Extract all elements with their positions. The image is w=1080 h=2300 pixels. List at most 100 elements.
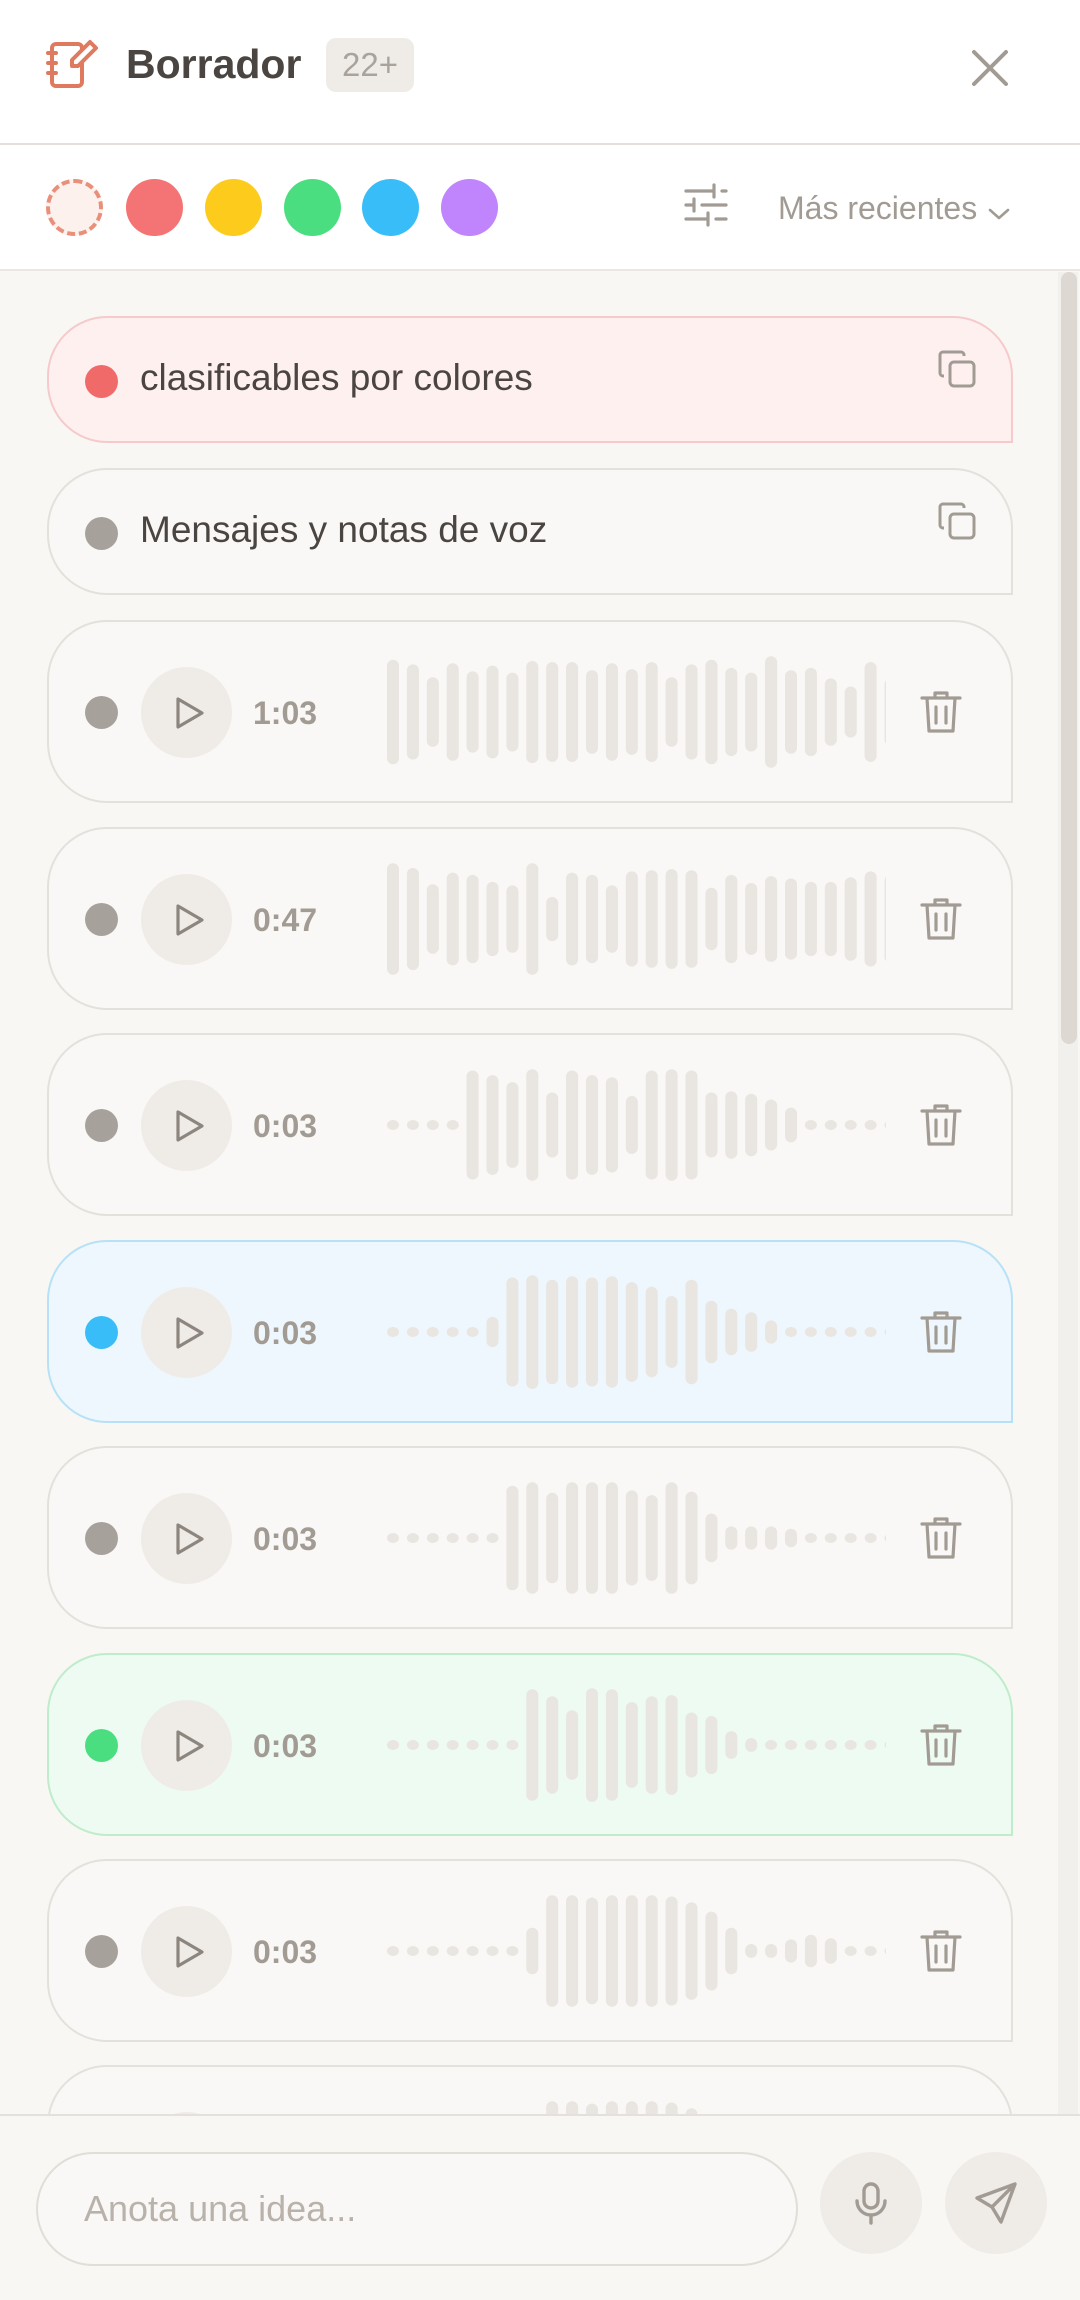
waveform[interactable] (386, 2087, 886, 2114)
waveform-bar (665, 677, 678, 747)
note-color-dot[interactable] (85, 903, 118, 936)
waveform[interactable] (386, 1262, 886, 1402)
waveform-bar (426, 1120, 439, 1130)
play-button[interactable] (141, 1700, 232, 1791)
waveform-bar (705, 1911, 718, 1991)
waveform-bar (804, 1327, 817, 1337)
waveform-bar (765, 656, 778, 768)
waveform-bar (466, 1740, 479, 1750)
trash-icon[interactable] (918, 1514, 964, 1562)
waveform-bar (566, 1482, 579, 1594)
waveform-bar (685, 1902, 698, 2000)
voice-note[interactable]: 0:03 (47, 1240, 1013, 1423)
waveform[interactable] (386, 1675, 886, 1815)
waveform[interactable] (386, 849, 886, 989)
waveform-bar (844, 1740, 857, 1750)
voice-note[interactable]: 1:03 (47, 620, 1013, 803)
waveform-bar (466, 1946, 479, 1956)
note-color-dot[interactable] (85, 365, 118, 398)
page-title: Borrador (126, 41, 302, 87)
play-button[interactable] (141, 1906, 232, 1997)
waveform-bar (605, 1895, 618, 2007)
color-filter-green[interactable] (284, 179, 341, 236)
waveform-bar (605, 1276, 618, 1388)
play-button[interactable] (141, 874, 232, 965)
text-note[interactable]: Mensajes y notas de voz (47, 468, 1013, 595)
copy-icon[interactable] (936, 348, 978, 390)
waveform-bar (645, 1895, 658, 2007)
waveform-bar (725, 874, 738, 964)
note-color-dot[interactable] (85, 1316, 118, 1349)
color-filter-all[interactable] (46, 179, 103, 236)
waveform-bar (645, 1070, 658, 1180)
note-color-dot[interactable] (85, 517, 118, 550)
note-color-dot[interactable] (85, 696, 118, 729)
voice-note[interactable]: 0:03 (47, 1859, 1013, 2042)
trash-icon[interactable] (918, 895, 964, 943)
waveform[interactable] (386, 642, 886, 782)
sort-dropdown[interactable]: Más recientes (778, 185, 1011, 231)
color-filter-yellow[interactable] (205, 179, 262, 236)
play-button[interactable] (141, 667, 232, 758)
color-filter-blue[interactable] (362, 179, 419, 236)
waveform-bar (546, 1696, 559, 1794)
waveform-bar (864, 662, 877, 762)
note-text: clasificables por colores (140, 357, 533, 398)
voice-note[interactable]: 0:03 (47, 1446, 1013, 1629)
waveform-bar (725, 1526, 738, 1550)
play-button[interactable] (141, 1287, 232, 1378)
waveform-bar (725, 1091, 738, 1159)
voice-note[interactable]: 0:03 (47, 1653, 1013, 1836)
waveform-bar (685, 1279, 698, 1385)
waveform-bar (884, 1741, 886, 1749)
play-icon (176, 1730, 204, 1762)
waveform-bar (586, 1688, 598, 1802)
voice-note[interactable]: 0:03 (47, 2065, 1013, 2114)
send-button[interactable] (945, 2152, 1047, 2254)
waveform-bar (765, 1099, 778, 1151)
close-icon[interactable] (962, 40, 1018, 96)
waveform-bar (486, 1533, 499, 1543)
record-voice-button[interactable] (820, 2152, 922, 2254)
color-filter-purple[interactable] (441, 179, 498, 236)
sliders-icon[interactable] (682, 181, 730, 229)
waveform-bar (645, 2101, 658, 2114)
play-button[interactable] (141, 1493, 232, 1584)
waveform-bar (864, 1120, 877, 1130)
waveform-bar (884, 876, 886, 962)
waveform-bar (546, 1092, 559, 1158)
waveform-bar (486, 1740, 499, 1750)
note-color-dot[interactable] (85, 1935, 118, 1968)
voice-note[interactable]: 0:47 (47, 827, 1013, 1010)
play-icon (176, 1317, 204, 1349)
trash-icon[interactable] (918, 1927, 964, 1975)
trash-icon[interactable] (918, 688, 964, 736)
waveform-bar (486, 665, 499, 759)
voice-note[interactable]: 0:03 (47, 1033, 1013, 1216)
copy-icon[interactable] (936, 500, 978, 542)
play-button[interactable] (141, 1080, 232, 1171)
trash-icon[interactable] (918, 1721, 964, 1769)
trash-icon[interactable] (918, 1308, 964, 1356)
waveform-bar (526, 1482, 539, 1594)
waveform-bar (824, 678, 837, 746)
scrollbar-thumb[interactable] (1061, 272, 1077, 1044)
waveform-bar (506, 1740, 519, 1750)
waveform-bar (605, 1482, 618, 1594)
waveform[interactable] (386, 1468, 886, 1608)
trash-icon[interactable] (918, 1101, 964, 1149)
waveform-bar (645, 662, 658, 762)
waveform[interactable] (386, 1881, 886, 2021)
color-filter-red[interactable] (126, 179, 183, 236)
waveform[interactable] (386, 1055, 886, 1195)
note-color-dot[interactable] (85, 1109, 118, 1142)
notes-list[interactable]: clasificables por colores Mensajes y nota… (0, 272, 1060, 2114)
note-color-dot[interactable] (85, 1522, 118, 1555)
waveform-bar (804, 1120, 817, 1130)
microphone-icon (855, 2182, 887, 2225)
idea-input[interactable] (36, 2152, 798, 2266)
header: Borrador 22+ (0, 0, 1080, 145)
note-color-dot[interactable] (85, 1729, 118, 1762)
text-note[interactable]: clasificables por colores (47, 316, 1013, 443)
waveform-bar (566, 662, 579, 762)
